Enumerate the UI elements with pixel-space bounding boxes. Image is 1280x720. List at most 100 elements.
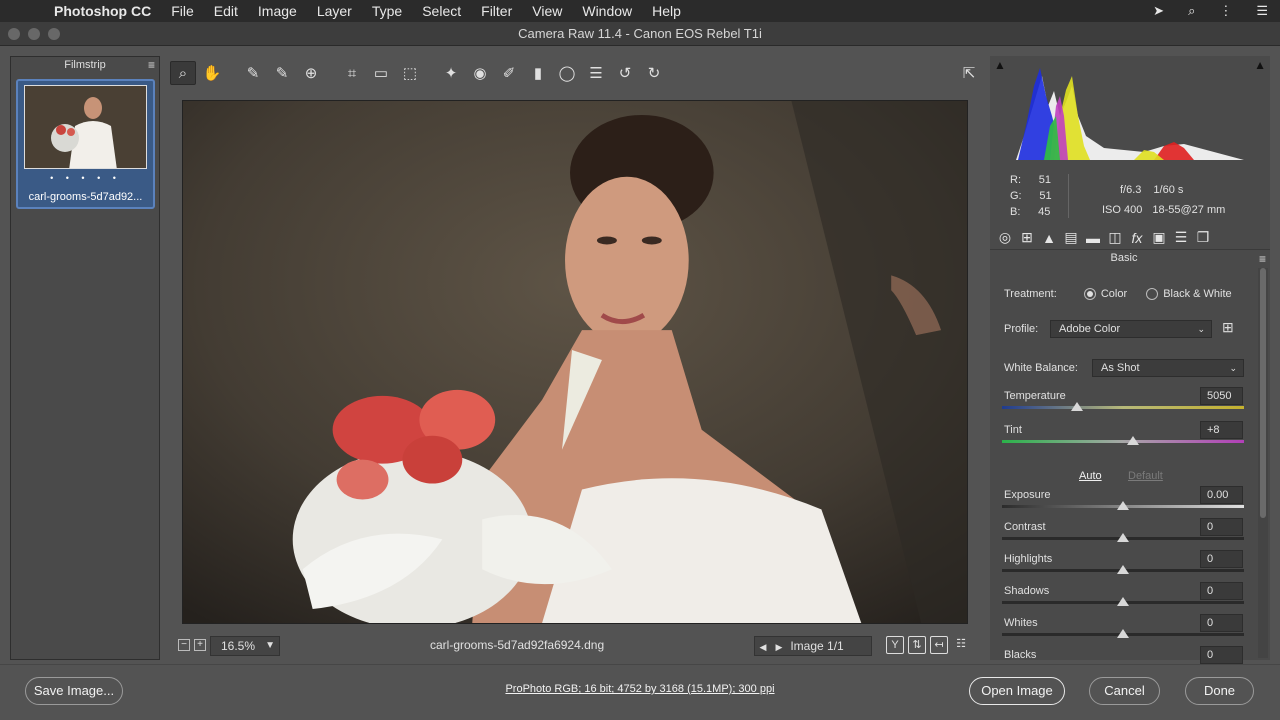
zoom-tool-icon[interactable]: ⌕ [170, 61, 196, 85]
temperature-slider-track[interactable] [1002, 406, 1244, 409]
profile-select[interactable]: Adobe Color ⌄ [1050, 320, 1212, 338]
zoom-out-button[interactable]: − [178, 639, 190, 651]
hsl-tab-icon[interactable]: ▤ [1060, 229, 1082, 246]
fullscreen-toggle-icon[interactable]: ⇱ [956, 61, 982, 85]
presets-tab-icon[interactable]: ☰ [1170, 229, 1192, 246]
before-after-view-icon[interactable]: Y [886, 636, 904, 654]
menu-file[interactable]: File [161, 3, 204, 19]
highlight-clipping-warning-icon[interactable]: ▲ [1254, 58, 1266, 72]
targeted-adjustment-tool-icon[interactable]: ⊕ [298, 61, 324, 85]
menu-help[interactable]: Help [642, 3, 691, 19]
white-balance-select[interactable]: As Shot ⌄ [1092, 359, 1244, 377]
exposure-value-field[interactable]: 0.00 [1200, 486, 1243, 504]
filmstrip-menu-icon[interactable]: ≡ [148, 57, 155, 73]
menu-select[interactable]: Select [412, 3, 471, 19]
temperature-value-field[interactable]: 5050 [1200, 387, 1243, 405]
crop-tool-icon[interactable]: ⌗ [339, 61, 365, 85]
minimize-window-button[interactable] [28, 28, 40, 40]
default-button[interactable]: Default [1128, 470, 1163, 482]
graduated-filter-tool-icon[interactable]: ▮ [525, 61, 551, 85]
profile-browser-icon[interactable]: ⊞ [1222, 319, 1234, 336]
radial-filter-tool-icon[interactable]: ◯ [554, 61, 580, 85]
adjustment-brush-tool-icon[interactable]: ✐ [496, 61, 522, 85]
shadows-value-field[interactable]: 0 [1200, 582, 1243, 600]
spotlight-search-icon[interactable]: ⌕ [1176, 3, 1207, 19]
spot-removal-tool-icon[interactable]: ✦ [438, 61, 464, 85]
basic-tab-icon[interactable]: ◎ [994, 229, 1016, 246]
whites-value-field[interactable]: 0 [1200, 614, 1243, 632]
chevron-down-icon: ▼ [265, 640, 275, 651]
panel-menu-icon[interactable]: ≡ [1259, 252, 1266, 266]
iso-value: ISO 400 [1102, 204, 1143, 216]
open-image-button[interactable]: Open Image [969, 677, 1065, 705]
white-balance-tool-icon[interactable]: ✎ [240, 61, 266, 85]
exposure-slider-handle[interactable] [1117, 501, 1129, 510]
blacks-value-field[interactable]: 0 [1200, 646, 1243, 664]
highlights-slider-handle[interactable] [1117, 565, 1129, 574]
b-label: B: [1010, 206, 1021, 218]
detail-tab-icon[interactable]: ▲ [1038, 230, 1060, 246]
snapshots-tab-icon[interactable]: ❐ [1192, 229, 1214, 246]
zoom-in-button[interactable]: + [194, 639, 206, 651]
rating-dots[interactable]: • • • • • [18, 173, 153, 183]
treatment-color-option[interactable]: Color [1083, 288, 1128, 301]
white-balance-value: As Shot [1101, 362, 1140, 374]
previous-image-icon[interactable]: ◀ [755, 638, 771, 656]
menu-app-name[interactable]: Photoshop CC [44, 3, 161, 19]
workflow-options-link[interactable]: ProPhoto RGB; 16 bit; 4752 by 3168 (15.1… [0, 683, 1280, 695]
swap-settings-icon[interactable]: ⇅ [908, 636, 926, 654]
transform-tool-icon[interactable]: ⬚ [397, 61, 423, 85]
current-filename: carl-grooms-5d7ad92fa6924.dng [430, 638, 605, 652]
treatment-color-label: Color [1100, 288, 1128, 300]
treatment-bw-option[interactable]: Black & White [1146, 288, 1232, 301]
done-button[interactable]: Done [1185, 677, 1254, 705]
tint-slider-handle[interactable] [1126, 436, 1139, 445]
tone-curve-tab-icon[interactable]: ⊞ [1016, 229, 1038, 246]
effects-tab-icon[interactable]: fx [1126, 230, 1148, 246]
tint-slider-track[interactable] [1002, 440, 1244, 443]
menu-filter[interactable]: Filter [471, 3, 522, 19]
rotate-cw-icon[interactable]: ↻ [641, 61, 667, 85]
next-image-icon[interactable]: ▶ [771, 638, 787, 656]
camera-calibration-tab-icon[interactable]: ▣ [1148, 229, 1170, 246]
red-eye-tool-icon[interactable]: ◉ [467, 61, 493, 85]
shadows-slider-handle[interactable] [1117, 597, 1129, 606]
lens-corrections-tab-icon[interactable]: ◫ [1104, 229, 1126, 246]
tint-value-field[interactable]: +8 [1200, 421, 1243, 439]
contrast-slider-handle[interactable] [1117, 533, 1129, 542]
zoom-window-button[interactable] [48, 28, 60, 40]
notification-center-icon[interactable]: ☰ [1244, 3, 1280, 19]
image-navigator: ◀ ▶ Image 1/1 [754, 636, 872, 656]
temperature-slider-handle[interactable] [1071, 402, 1084, 411]
color-sampler-tool-icon[interactable]: ✎ [269, 61, 295, 85]
lens-value: 18-55@27 mm [1152, 204, 1226, 216]
menu-edit[interactable]: Edit [204, 3, 248, 19]
location-icon[interactable]: ➤ [1141, 3, 1176, 19]
hand-tool-icon[interactable]: ✋ [199, 61, 225, 85]
whites-slider-handle[interactable] [1117, 629, 1129, 638]
menu-type[interactable]: Type [362, 3, 412, 19]
cancel-button[interactable]: Cancel [1089, 677, 1160, 705]
preferences-icon[interactable]: ☰ [583, 61, 609, 85]
highlights-value-field[interactable]: 0 [1200, 550, 1243, 568]
menu-window[interactable]: Window [572, 3, 642, 19]
menu-view[interactable]: View [522, 3, 572, 19]
highlights-label: Highlights [1004, 553, 1053, 565]
auto-button[interactable]: Auto [1079, 470, 1102, 482]
zoom-level-select[interactable]: 16.5% ▼ [210, 636, 280, 656]
tool-bar: ⌕ ✋ ✎ ✎ ⊕ ⌗ ▭ ⬚ ✦ ◉ ✐ ▮ ◯ ☰ ↺ ↻ ⇱ [170, 58, 985, 88]
straighten-tool-icon[interactable]: ▭ [368, 61, 394, 85]
more-icon[interactable]: ⋮ [1207, 3, 1244, 19]
menu-bar: Photoshop CC File Edit Image Layer Type … [0, 0, 1280, 22]
panel-scrollbar[interactable] [1258, 268, 1268, 658]
rotate-ccw-icon[interactable]: ↺ [612, 61, 638, 85]
menu-layer[interactable]: Layer [307, 3, 362, 19]
copy-settings-icon[interactable]: ↤ [930, 636, 948, 654]
contrast-value-field[interactable]: 0 [1200, 518, 1243, 536]
toggle-settings-icon[interactable]: ☷ [952, 636, 970, 654]
menu-image[interactable]: Image [248, 3, 307, 19]
filmstrip-thumbnail[interactable]: • • • • • carl-grooms-5d7ad92... [16, 79, 155, 209]
split-toning-tab-icon[interactable]: ▬ [1082, 230, 1104, 246]
image-preview[interactable] [182, 100, 968, 624]
close-window-button[interactable] [8, 28, 20, 40]
